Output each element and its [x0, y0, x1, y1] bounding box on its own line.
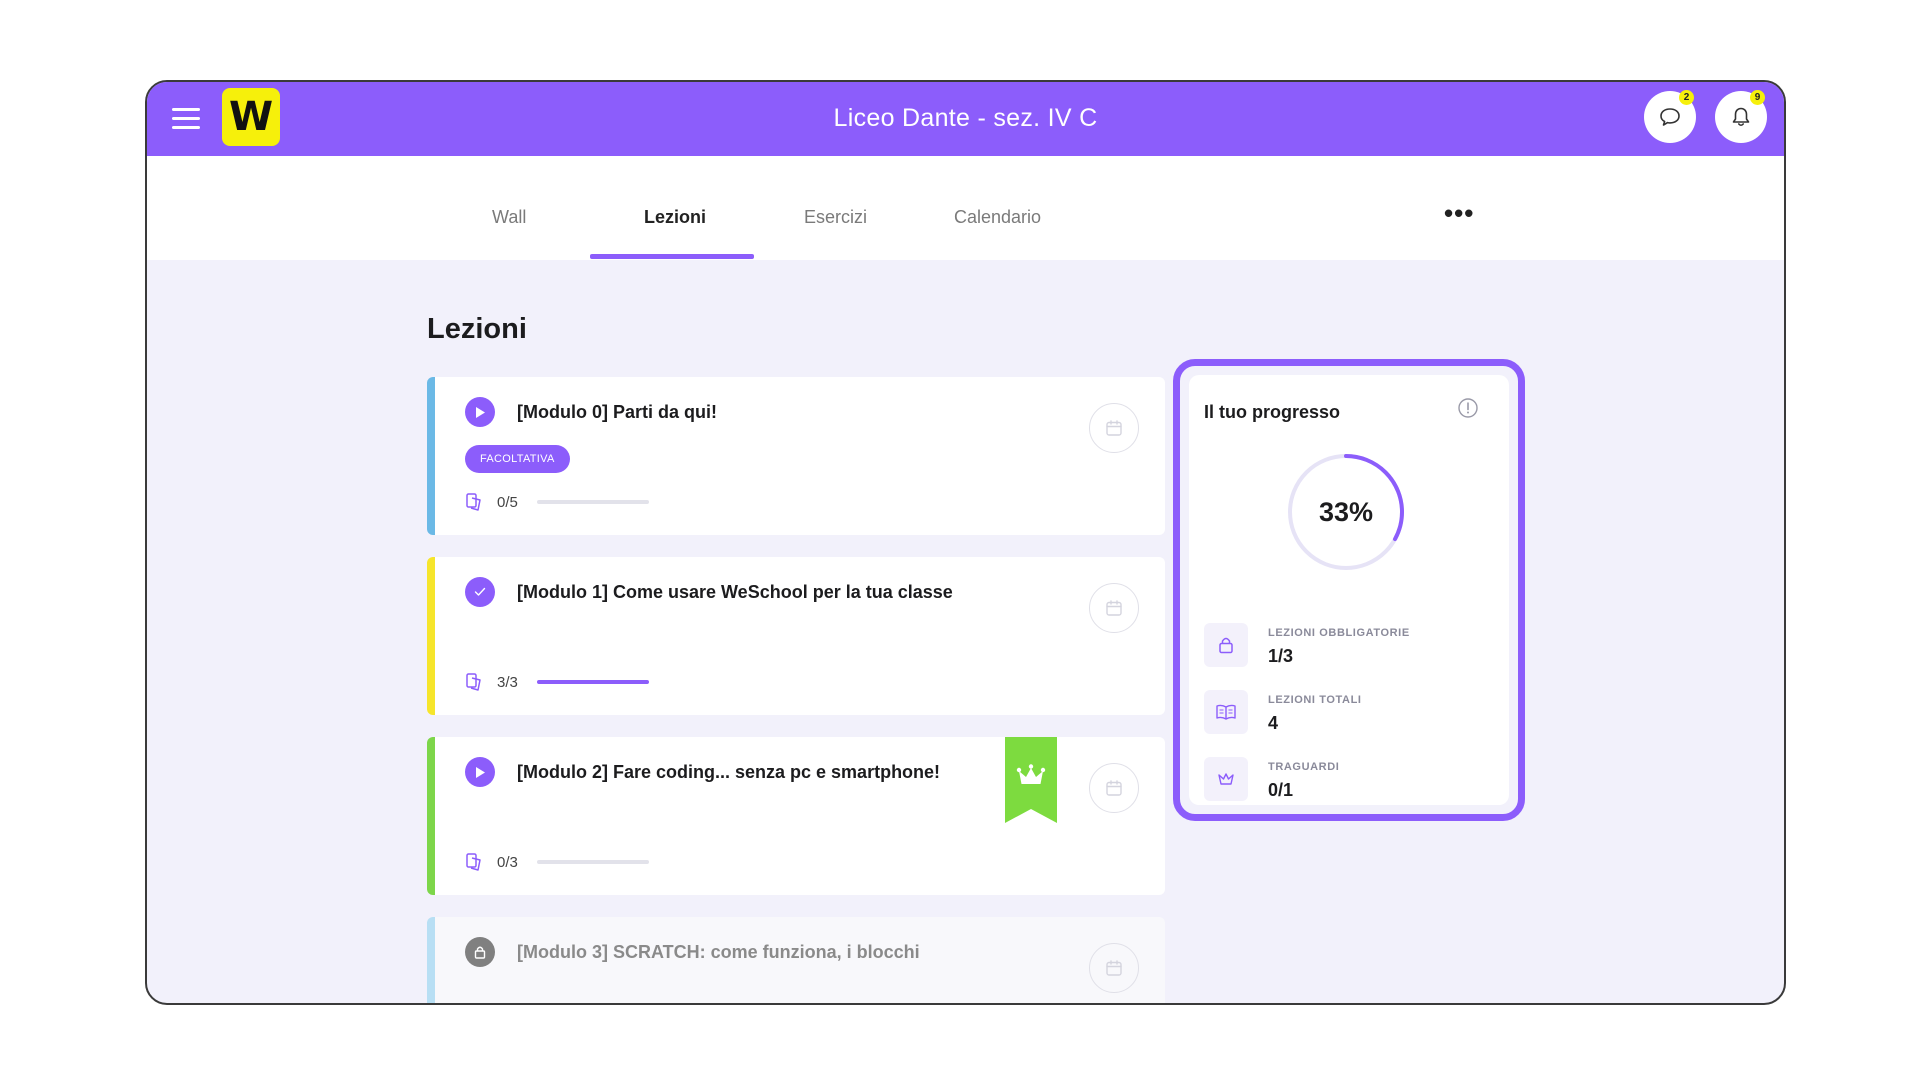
stat-label: LEZIONI OBBLIGATORIE — [1268, 627, 1410, 639]
tab-bar: Wall Lezioni Esercizi Calendario ••• — [147, 156, 1784, 260]
resources-icon — [466, 673, 481, 691]
more-options-button[interactable]: ••• — [1444, 198, 1474, 229]
lesson-title[interactable]: [Modulo 3] SCRATCH: come funziona, i blo… — [517, 942, 920, 963]
lesson-progress: 0/3 — [465, 852, 649, 872]
bell-icon — [1732, 107, 1750, 127]
lesson-progress: 0/5 — [465, 492, 649, 512]
play-icon[interactable] — [465, 757, 495, 787]
resources-icon — [466, 853, 481, 871]
notifications-badge: 9 — [1750, 90, 1765, 105]
chat-button[interactable]: 2 — [1644, 90, 1696, 143]
tab-wall[interactable]: Wall — [492, 207, 526, 228]
tab-calendario[interactable]: Calendario — [954, 207, 1041, 228]
notifications-button[interactable]: 9 — [1715, 90, 1767, 143]
tab-lezioni[interactable]: Lezioni — [644, 207, 706, 228]
resources-icon — [466, 493, 481, 511]
lesson-color-stripe — [427, 377, 435, 535]
crown-icon — [1204, 757, 1248, 801]
stat-value: 1/3 — [1268, 646, 1294, 666]
lock-icon — [465, 937, 495, 967]
achievement-ribbon — [1005, 737, 1057, 823]
lesson-title[interactable]: [Modulo 2] Fare coding... senza pc e sma… — [517, 762, 940, 783]
progress-percent: 33% — [1318, 496, 1374, 527]
progress-bar — [537, 860, 649, 864]
lesson-card[interactable]: [Modulo 1] Come usare WeSchool per la tu… — [427, 557, 1165, 715]
progress-bar — [537, 680, 649, 684]
chat-bubble-icon — [1660, 108, 1680, 126]
stat-value: 4 — [1268, 713, 1279, 733]
progress-card: Il tuo progresso 33% LEZIONI OBBLIGATORI… — [1189, 375, 1509, 805]
lesson-card[interactable]: [Modulo 3] SCRATCH: come funziona, i blo… — [427, 917, 1165, 1003]
page-title: Lezioni — [427, 313, 527, 345]
tab-esercizi[interactable]: Esercizi — [804, 207, 867, 228]
calendar-icon — [1106, 600, 1122, 616]
optional-tag: FACOLTATIVA — [465, 445, 570, 473]
calendar-icon — [1106, 960, 1122, 976]
stat-required-lessons: LEZIONI OBBLIGATORIE 1/3 — [1204, 623, 1494, 669]
stat-total-lessons: LEZIONI TOTALI 4 — [1204, 690, 1494, 736]
play-icon[interactable] — [465, 397, 495, 427]
progress-panel: Il tuo progresso 33% LEZIONI OBBLIGATORI… — [1173, 359, 1525, 821]
lesson-color-stripe — [427, 737, 435, 895]
lesson-title[interactable]: [Modulo 1] Come usare WeSchool per la tu… — [517, 582, 953, 603]
lesson-card[interactable]: [Modulo 0] Parti da qui! FACOLTATIVA 0/5 — [427, 377, 1165, 535]
info-icon[interactable] — [1457, 397, 1479, 419]
lesson-title[interactable]: [Modulo 0] Parti da qui! — [517, 402, 717, 423]
lesson-color-stripe — [427, 557, 435, 715]
calendar-button[interactable] — [1089, 583, 1139, 633]
lesson-card[interactable]: [Modulo 2] Fare coding... senza pc e sma… — [427, 737, 1165, 895]
calendar-button[interactable] — [1089, 763, 1139, 813]
chat-badge: 2 — [1679, 90, 1694, 105]
progress-count: 3/3 — [497, 673, 518, 691]
stat-value: 0/1 — [1268, 780, 1294, 800]
app-window: W Liceo Dante - sez. IV C 2 9 Wall Lezio… — [145, 80, 1786, 1005]
stat-achievements: TRAGUARDI 0/1 — [1204, 757, 1494, 803]
progress-count: 0/3 — [497, 853, 518, 871]
check-icon[interactable] — [465, 577, 495, 607]
top-header: W Liceo Dante - sez. IV C 2 9 — [147, 82, 1784, 156]
calendar-button[interactable] — [1089, 403, 1139, 453]
progress-bar — [537, 500, 649, 504]
book-icon — [1204, 690, 1248, 734]
class-title: Liceo Dante - sez. IV C — [833, 104, 1098, 132]
lock-icon — [1204, 623, 1248, 667]
stat-label: TRAGUARDI — [1268, 761, 1340, 773]
lesson-progress: 3/3 — [465, 672, 649, 692]
calendar-icon — [1106, 780, 1122, 796]
lesson-color-stripe — [427, 917, 435, 1003]
progress-count: 0/5 — [497, 493, 518, 511]
active-tab-indicator — [590, 254, 754, 259]
stat-label: LEZIONI TOTALI — [1268, 694, 1362, 706]
progress-title: Il tuo progresso — [1204, 402, 1341, 422]
calendar-button[interactable] — [1089, 943, 1139, 993]
calendar-icon — [1106, 420, 1122, 436]
